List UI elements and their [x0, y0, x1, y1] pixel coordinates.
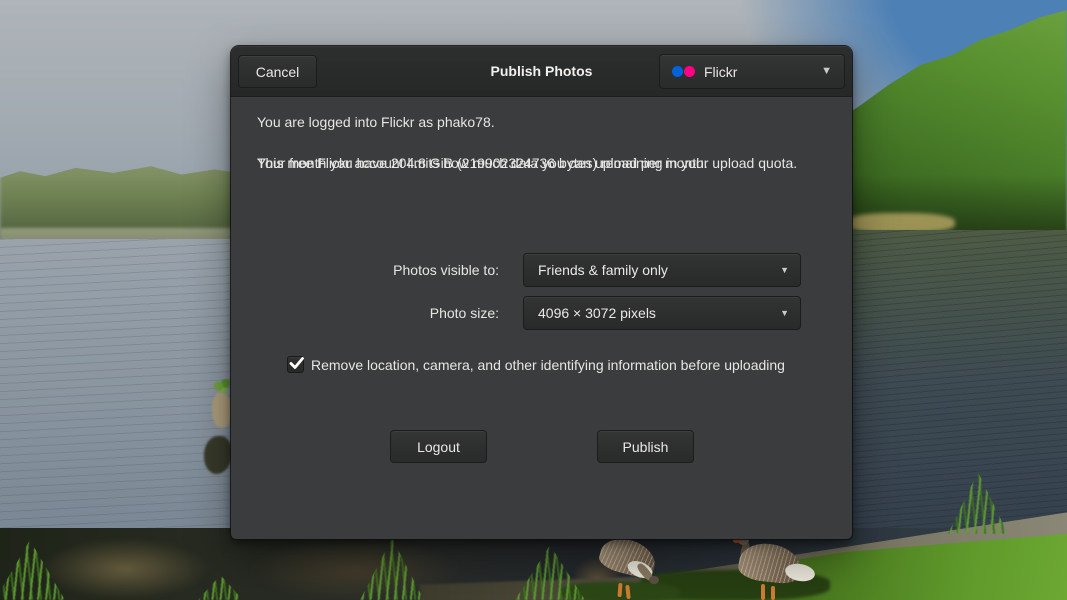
visibility-dropdown[interactable]: Friends & family only ▼ — [523, 253, 801, 287]
photo-size-value: 4096 × 3072 pixels — [538, 305, 656, 321]
privacy-checkbox[interactable] — [287, 356, 304, 373]
dialog-header: Cancel Publish Photos Flickr ▼ — [231, 46, 852, 97]
chevron-down-icon: ▼ — [780, 266, 789, 275]
water-reflection — [40, 538, 210, 600]
goose — [597, 536, 667, 600]
checkmark-icon — [287, 354, 306, 373]
dialog-body: You are logged into Flickr as phako78. Y… — [231, 98, 852, 539]
leaves — [213, 379, 231, 393]
flickr-account-button[interactable]: Flickr ▼ — [659, 54, 845, 89]
publish-dialog: Cancel Publish Photos Flickr ▼ You are l… — [231, 46, 852, 539]
visibility-value: Friends & family only — [538, 262, 668, 278]
visibility-row: Photos visible to: Friends & family only… — [231, 253, 852, 287]
photo-size-label: Photo size: — [231, 305, 499, 321]
shore-rock — [212, 392, 232, 428]
photo-size-row: Photo size: 4096 × 3072 pixels ▼ — [231, 296, 852, 330]
chevron-down-icon: ▼ — [780, 309, 789, 318]
visibility-label: Photos visible to: — [231, 262, 499, 278]
photo-size-dropdown[interactable]: 4096 × 3072 pixels ▼ — [523, 296, 801, 330]
desktop-background: Cancel Publish Photos Flickr ▼ You are l… — [0, 0, 1067, 600]
privacy-option-row: Remove location, camera, and other ident… — [287, 356, 785, 373]
flickr-account-label: Flickr — [704, 64, 737, 80]
flickr-logo-blue-dot-icon — [672, 66, 683, 77]
publish-button[interactable]: Publish — [597, 430, 694, 463]
privacy-label[interactable]: Remove location, camera, and other ident… — [311, 357, 785, 373]
goose — [727, 536, 822, 600]
logout-button[interactable]: Logout — [390, 430, 487, 463]
quota-info-line-2: This month you have 204.8 GiB (219902324… — [257, 153, 797, 174]
login-status-text: You are logged into Flickr as phako78. — [257, 112, 495, 133]
flickr-logo-pink-dot-icon — [684, 66, 695, 77]
chevron-down-icon: ▼ — [821, 66, 832, 77]
lake-water-right — [838, 230, 1067, 565]
